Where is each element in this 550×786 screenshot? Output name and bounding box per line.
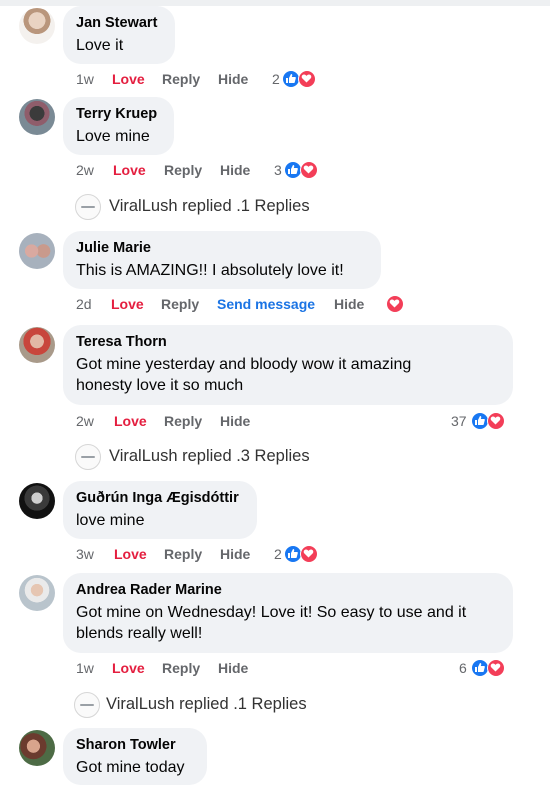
reply-button[interactable]: Reply (162, 660, 200, 676)
reply-button[interactable]: Reply (161, 296, 199, 312)
comment-actions: 2w Love Reply Hide 3 (76, 161, 336, 182)
comment-bubble: Teresa Thorn Got mine yesterday and bloo… (63, 325, 513, 405)
comment-timestamp[interactable]: 2w (76, 162, 94, 178)
avatar[interactable] (19, 8, 55, 44)
reply-author[interactable]: ViralLush (109, 197, 178, 215)
comment-text-line: Got mine yesterday and bloody wow it ama… (76, 356, 412, 373)
reaction-count[interactable]: 37 (451, 413, 467, 429)
comment-timestamp[interactable]: 1w (76, 660, 94, 676)
love-button[interactable]: Love (114, 546, 147, 562)
comment-text: Love mine (76, 128, 150, 145)
heart-icon (300, 161, 318, 179)
comment-text: Got mine today (76, 759, 185, 776)
comment-text: Got mine yesterday and bloody wow it ama… (76, 354, 501, 396)
avatar[interactable] (19, 483, 55, 519)
comment-bubble: Guðrún Inga Ægisdóttir love mine (63, 481, 257, 539)
heart-icon (300, 545, 318, 563)
love-button[interactable]: Love (114, 413, 147, 429)
hide-button[interactable]: Hide (218, 660, 248, 676)
comment-timestamp[interactable]: 2d (76, 296, 92, 312)
avatar[interactable] (19, 233, 55, 269)
comment-text-line: blends really well! (76, 625, 203, 642)
reaction-count[interactable]: 2 (272, 71, 280, 87)
hide-button[interactable]: Hide (220, 413, 250, 429)
avatar[interactable] (19, 99, 55, 135)
reply-summary[interactable]: replied .1 Replies (182, 197, 310, 215)
heart-icon (298, 70, 316, 88)
reply-summary[interactable]: replied .3 Replies (182, 447, 310, 465)
comment-timestamp[interactable]: 3w (76, 546, 94, 562)
avatar[interactable] (19, 575, 55, 611)
reaction-count[interactable]: 2 (274, 546, 282, 562)
comment-text: love mine (76, 512, 145, 529)
comment-text-line: Got mine on Wednesday! Love it! So easy … (76, 604, 467, 621)
comment-bubble: Jan Stewart Love it (63, 6, 175, 64)
comment-actions: 1w Love Reply Hide 2 (76, 70, 336, 91)
reply-author[interactable]: ViralLush (106, 695, 175, 713)
comment-bubble: Sharon Towler Got mine today (63, 728, 207, 785)
comment-author[interactable]: Terry Kruep (76, 105, 162, 124)
replies-link[interactable]: ViralLush replied .3 Replies (75, 443, 345, 473)
send-message-button[interactable]: Send message (217, 296, 315, 312)
virallush-logo-icon (74, 692, 100, 718)
reply-button[interactable]: Reply (164, 546, 202, 562)
comment-timestamp[interactable]: 1w (76, 71, 94, 87)
hide-button[interactable]: Hide (220, 162, 250, 178)
comment-actions: 2d Love Reply Send message Hide (76, 295, 416, 316)
hide-button[interactable]: Hide (334, 296, 364, 312)
virallush-logo-icon (75, 194, 101, 220)
comment-text: Love it (76, 37, 124, 54)
comment-author[interactable]: Julie Marie (76, 239, 369, 258)
comment-bubble: Julie Marie This is AMAZING!! I absolute… (63, 231, 381, 289)
comment-bubble: Terry Kruep Love mine (63, 97, 174, 155)
comment-text-line: honesty love it so much (76, 377, 244, 394)
virallush-logo-icon (75, 444, 101, 470)
comment-actions: 2w Love Reply Hide 37 (76, 412, 516, 433)
comment-author[interactable]: Jan Stewart (76, 14, 163, 33)
heart-icon (487, 659, 505, 677)
hide-button[interactable]: Hide (220, 546, 250, 562)
comment-author[interactable]: Sharon Towler (76, 736, 195, 755)
comment-text: This is AMAZING!! I absolutely love it! (76, 262, 344, 279)
comment-author[interactable]: Teresa Thorn (76, 333, 501, 352)
comment-bubble: Andrea Rader Marine Got mine on Wednesda… (63, 573, 513, 653)
avatar[interactable] (19, 730, 55, 766)
comment-author[interactable]: Guðrún Inga Ægisdóttir (76, 489, 245, 508)
love-button[interactable]: Love (112, 71, 145, 87)
reply-button[interactable]: Reply (162, 71, 200, 87)
hide-button[interactable]: Hide (218, 71, 248, 87)
heart-icon (487, 412, 505, 430)
comment-author[interactable]: Andrea Rader Marine (76, 581, 501, 600)
comment-text: Got mine on Wednesday! Love it! So easy … (76, 602, 501, 644)
love-button[interactable]: Love (113, 162, 146, 178)
love-button[interactable]: Love (111, 296, 144, 312)
reply-button[interactable]: Reply (164, 162, 202, 178)
reply-summary[interactable]: replied .1 Replies (179, 695, 307, 713)
reaction-count[interactable]: 3 (274, 162, 282, 178)
comment-timestamp[interactable]: 2w (76, 413, 94, 429)
comment-actions: 3w Love Reply Hide 2 (76, 545, 336, 566)
love-button[interactable]: Love (112, 660, 145, 676)
reaction-count[interactable]: 6 (459, 660, 467, 676)
comment-actions: 1w Love Reply Hide 6 (76, 659, 516, 680)
reply-author[interactable]: ViralLush (109, 447, 178, 465)
replies-link[interactable]: ViralLush replied .1 Replies (75, 193, 345, 223)
avatar[interactable] (19, 327, 55, 363)
replies-link[interactable]: ViralLush replied .1 Replies (74, 691, 344, 721)
heart-icon (386, 295, 404, 313)
reply-button[interactable]: Reply (164, 413, 202, 429)
